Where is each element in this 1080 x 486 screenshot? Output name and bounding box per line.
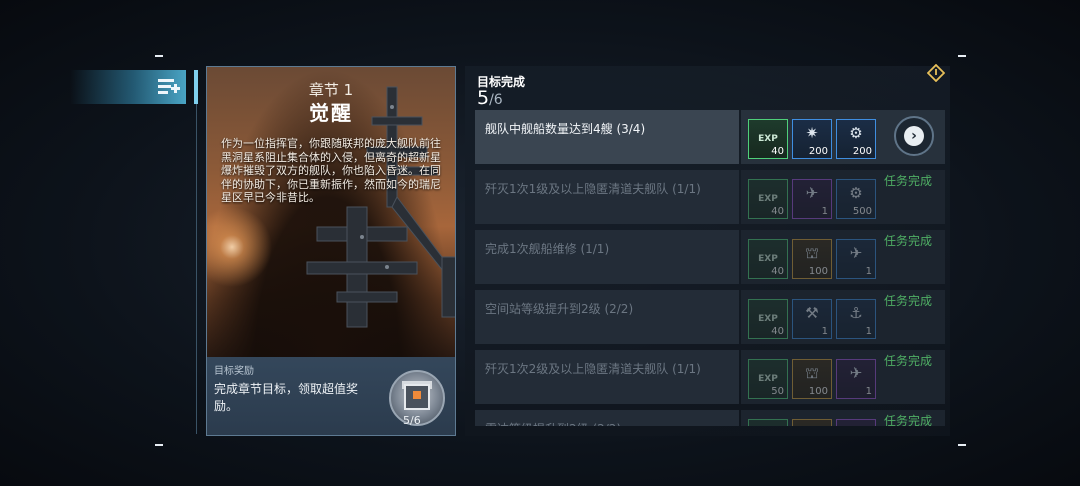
reward-item[interactable]: ✈ [836,419,876,426]
exp-icon: EXP [758,314,778,324]
reward-quantity: 200 [852,146,872,157]
reward-quantity: 1 [865,266,872,277]
reward-item[interactable]: ⚓ 1 [836,299,876,339]
ship-part-icon: ✈ [849,364,863,382]
reward-quantity: 40 [771,326,784,337]
task-label-box: 雷达等级提升到2级 (2/2) [475,410,739,426]
chest-lock [413,391,421,399]
reward-item[interactable]: ✈ 1 [836,359,876,399]
chevron-right-icon: › [904,126,924,146]
reward-item[interactable]: EXP [748,419,788,426]
corner-mark [958,55,966,57]
reward-item[interactable]: EXP 50 [748,359,788,399]
reward-item[interactable]: ⛫ 100 [792,359,832,399]
reward-item[interactable]: EXP 40 [748,119,788,159]
component-icon: ⚙ [849,124,863,142]
task-label-box: 歼灭1次1级及以上隐匿清道夫舰队 (1/1) [475,170,739,224]
task-row[interactable]: 歼灭1次2级及以上隐匿清道夫舰队 (1/1) EXP 50 ⛫ 100 ✈ 1 任务完成 [475,350,945,404]
task-complete-status: 任务完成 [884,354,933,368]
reward-item[interactable]: ✷ 200 [792,119,832,159]
reward-description: 完成章节目标，领取超值奖励。 [214,382,359,413]
task-row[interactable]: 雷达等级提升到2级 (2/2) EXP ⛫ ✈ 任务完成 [475,410,945,426]
chapter-card: 章节 1 觉醒 作为一位指挥官，你跟随联邦的庞大舰队前往黑洞星系阻止集合体的入侵… [206,66,456,436]
chapter-description: 作为一位指挥官，你跟随联邦的庞大舰队前往黑洞星系阻止集合体的入侵，但离奇的超新星… [221,137,441,204]
task-label-box: 完成1次舰船维修 (1/1) [475,230,739,284]
task-label: 歼灭1次2级及以上隐匿清道夫舰队 (1/1) [485,362,701,376]
task-complete-status: 任务完成 [884,294,933,308]
turret-icon: ⛫ [805,364,819,382]
reward-item[interactable]: ⚙ 500 [836,179,876,219]
exp-icon: EXP [758,254,778,264]
reward-quantity: 1 [865,386,872,397]
task-label: 舰队中舰船数量达到4艘 (3/4) [485,122,646,136]
task-label: 雷达等级提升到2级 (2/2) [485,420,621,426]
divider [196,104,197,434]
task-label: 空间站等级提升到2级 (2/2) [485,302,634,316]
task-row[interactable]: 歼灭1次1级及以上隐匿清道夫舰队 (1/1) EXP 40 ✈ 1 ⚙ 500 任务完成 [475,170,945,224]
task-label-box: 空间站等级提升到2级 (2/2) [475,290,739,344]
goals-progress: 5/6 [477,87,503,109]
corner-mark [155,444,163,446]
tab-indicator [194,70,198,104]
reward-item[interactable]: ⚒ 1 [792,299,832,339]
exp-icon: EXP [758,374,778,384]
goals-total: /6 [489,92,503,108]
chapter-title: 觉醒 [309,101,353,125]
ship-part-icon: ✈ [805,184,819,202]
reward-item[interactable]: EXP 40 [748,179,788,219]
goals-completed: 5 [477,87,490,109]
exp-icon: EXP [758,194,778,204]
reward-item[interactable]: ⛫ 100 [792,239,832,279]
reward-quantity: 50 [771,386,784,397]
reward-item[interactable]: ✈ 1 [792,179,832,219]
exp-icon: EXP [758,134,778,144]
task-complete-status: 任务完成 [884,414,933,426]
reward-item[interactable]: ⚙ 200 [836,119,876,159]
chapter-reward-section: 目标奖励 完成章节目标，领取超值奖励。 5/6 [207,357,455,435]
reward-quantity: 40 [771,206,784,217]
component-icon: ⚙ [849,184,863,202]
reward-quantity: 500 [852,206,872,217]
corner-mark [155,55,163,57]
corner-mark [958,444,966,446]
task-label-box: 舰队中舰船数量达到4艘 (3/4) [475,110,739,164]
turret-icon: ⛫ [805,244,819,262]
wrench-icon: ⚒ [805,304,819,322]
reward-quantity: 1 [821,326,828,337]
diamond-icon[interactable] [927,64,945,82]
go-button[interactable]: › [894,116,934,156]
ship-icon: ✈ [849,244,863,262]
task-label: 歼灭1次1级及以上隐匿清道夫舰队 (1/1) [485,182,701,196]
reward-progress: 5/6 [403,414,421,427]
task-list[interactable]: 舰队中舰船数量达到4艘 (3/4) EXP 40 ✷ 200 ⚙ 200 › 歼灭1次1级及以上… [475,110,945,426]
reward-quantity: 40 [771,266,784,277]
turret-icon: ⛫ [793,424,831,426]
reward-section-label: 目标奖励 [214,366,254,377]
task-row[interactable]: 完成1次舰船维修 (1/1) EXP 40 ⛫ 100 ✈ 1 任务完成 [475,230,945,284]
reward-quantity: 100 [808,386,828,397]
reward-quantity: 1 [865,326,872,337]
reward-item[interactable]: EXP 40 [748,299,788,339]
drone-icon: ⚓ [849,304,863,322]
task-label: 完成1次舰船维修 (1/1) [485,242,610,256]
task-complete-status: 任务完成 [884,174,933,188]
task-label-box: 歼灭1次2级及以上隐匿清道夫舰队 (1/1) [475,350,739,404]
ship-part-icon: ✈ [837,424,875,426]
reward-quantity: 1 [821,206,828,217]
reward-item[interactable]: EXP 40 [748,239,788,279]
chapter-list-tab[interactable] [70,70,186,104]
reward-quantity: 200 [808,146,828,157]
reward-quantity: 100 [808,266,828,277]
reward-quantity: 40 [771,146,784,157]
reward-item[interactable]: ✈ 1 [836,239,876,279]
crystal-icon: ✷ [805,124,819,142]
task-row[interactable]: 空间站等级提升到2级 (2/2) EXP 40 ⚒ 1 ⚓ 1 任务完成 [475,290,945,344]
reward-item[interactable]: ⛫ [792,419,832,426]
task-row[interactable]: 舰队中舰船数量达到4艘 (3/4) EXP 40 ✷ 200 ⚙ 200 › [475,110,945,164]
task-complete-status: 任务完成 [884,234,933,248]
list-add-icon [158,77,180,97]
